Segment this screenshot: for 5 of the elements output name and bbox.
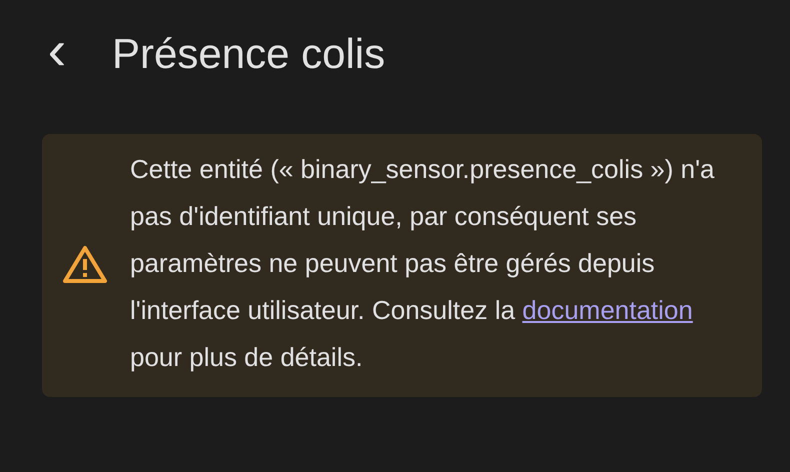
back-button[interactable]: ‹ — [42, 22, 72, 86]
alert-message: Cette entité (« binary_sensor.presence_colis ») n'a pas d'identifiant unique, par conséquent ses paramètres ne peuvent pas être gérés depuis l'interface utilisateur. Consultez la documentation pour plus de détails. — [130, 153, 716, 374]
warning-icon — [62, 244, 108, 284]
page-title: Présence colis — [112, 30, 386, 78]
documentation-link[interactable]: documentation — [522, 295, 693, 325]
